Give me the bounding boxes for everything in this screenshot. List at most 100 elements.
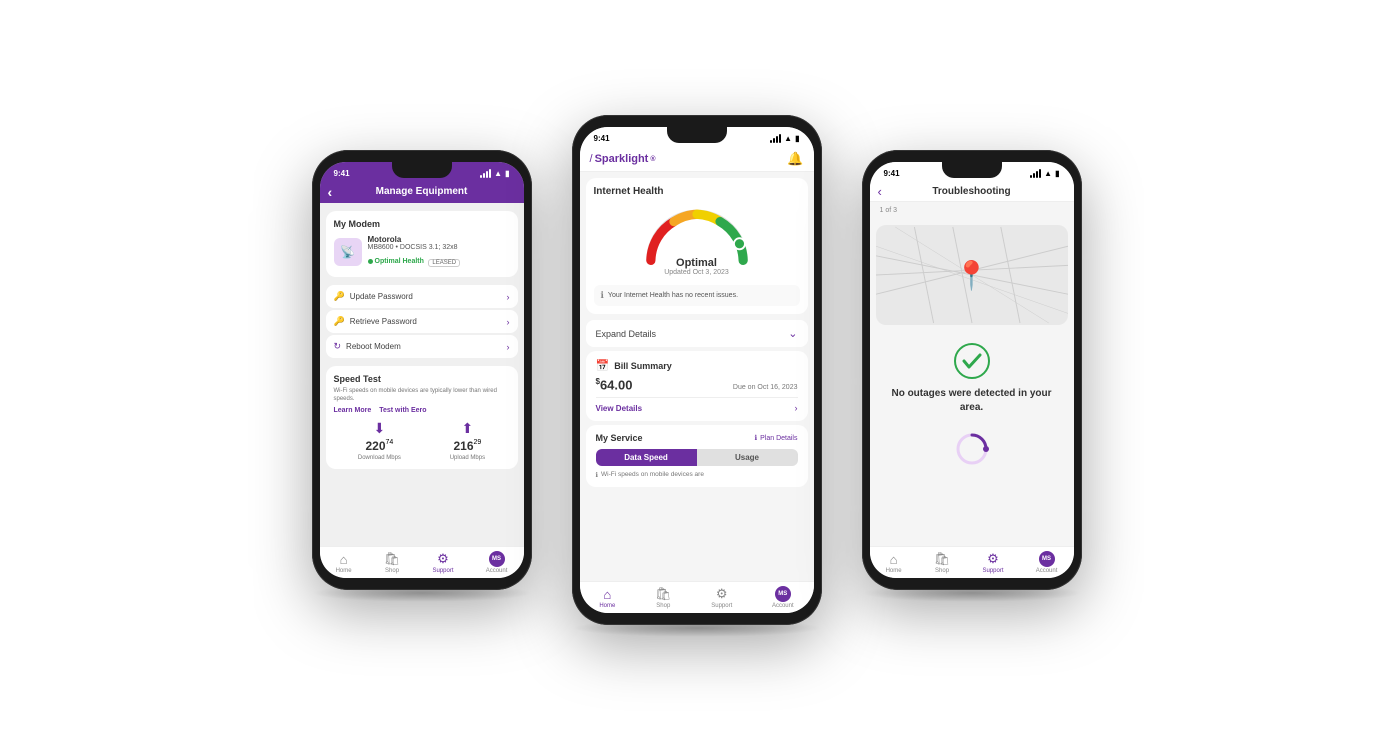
- nav-account-label-3: Account: [1036, 568, 1058, 574]
- health-card: Internet Health: [586, 178, 808, 314]
- nav-shop-label-1: Shop: [385, 568, 399, 574]
- upload-val: 216: [453, 439, 473, 453]
- back-chevron-icon[interactable]: ‹: [878, 184, 882, 199]
- nav-support-1[interactable]: ⚙ Support: [433, 551, 454, 574]
- download-label: Download Mbps: [358, 455, 401, 461]
- plan-details-link[interactable]: ℹ Plan Details: [754, 434, 797, 442]
- nav-account-3[interactable]: MS Account: [1036, 551, 1058, 574]
- learn-more-link[interactable]: Learn More: [334, 407, 372, 414]
- check-circle-icon: [954, 343, 990, 379]
- nav-account-2[interactable]: MS Account: [772, 586, 794, 609]
- nav-support-2[interactable]: ⚙ Support: [711, 586, 732, 609]
- nav-home-2[interactable]: ⌂ Home: [599, 587, 615, 609]
- notch-3: [942, 162, 1002, 178]
- reboot-icon: ↻: [334, 341, 342, 352]
- nav-shop-label-3: Shop: [935, 568, 949, 574]
- nav-account-1[interactable]: MS Account: [486, 551, 508, 574]
- my-service-card: My Service ℹ Plan Details Data Speed Usa…: [586, 425, 808, 487]
- troubleshoot-header: ‹ Troubleshooting: [870, 182, 1074, 202]
- logo-slash: /: [590, 153, 593, 165]
- service-title: My Service: [596, 433, 643, 443]
- spinner-svg: [954, 431, 990, 467]
- signal-icon-2: [770, 134, 781, 143]
- key-icon-2: 🔑: [334, 316, 345, 327]
- modem-model: MB8600 • DOCSIS 3.1; 32x8: [368, 244, 461, 251]
- menu-update-password[interactable]: 🔑 Update Password ›: [326, 285, 518, 308]
- outage-result: No outages were detected in your area.: [870, 331, 1074, 421]
- home-icon-3: ⌂: [890, 552, 898, 567]
- expand-details-label: Expand Details: [596, 329, 657, 339]
- modem-health-badge: Optimal Health: [368, 258, 424, 265]
- info-icon: ℹ: [601, 290, 604, 301]
- phone-3: 9:41 ▲ ▮ ‹ Troubleshooting: [862, 150, 1082, 602]
- upload-speed: ⬆ 21629 Upload Mbps: [450, 420, 485, 461]
- phone-2: 9:41 ▲ ▮ / Sparklight®: [572, 115, 822, 637]
- notch-2: [667, 127, 727, 143]
- status-time-1: 9:41: [334, 169, 350, 178]
- nav-home-1[interactable]: ⌂ Home: [336, 552, 352, 574]
- service-note: ℹ Wi-Fi speeds on mobile devices are: [596, 471, 798, 479]
- view-details-text: View Details: [596, 404, 643, 413]
- nav-shop-2[interactable]: 🛍 Shop: [655, 586, 672, 609]
- support-icon-2: ⚙: [716, 586, 728, 602]
- account-avatar-1: MS: [489, 551, 505, 567]
- wifi-icon-2: ▲: [784, 134, 792, 143]
- download-val: 220: [365, 439, 385, 453]
- modem-lease-badge: LEASED: [428, 259, 460, 267]
- notification-bell-icon[interactable]: 🔔: [787, 151, 803, 167]
- menu-retrieve-password[interactable]: 🔑 Retrieve Password ›: [326, 310, 518, 333]
- nav-support-3[interactable]: ⚙ Support: [983, 551, 1004, 574]
- menu-label-3: Reboot Modem: [346, 342, 401, 351]
- gauge-container: Optimal Updated Oct 3, 2023: [594, 201, 800, 280]
- outage-text: No outages were detected in your area.: [880, 387, 1064, 415]
- speed-section-title: Speed Test: [334, 374, 510, 384]
- manage-equipment-header: ‹ Manage Equipment: [320, 182, 524, 203]
- info-icon-2: ℹ: [754, 434, 757, 442]
- view-details-row[interactable]: View Details ›: [596, 397, 798, 413]
- expand-chevron-icon: ⌄: [788, 327, 797, 340]
- home-icon-1: ⌂: [340, 552, 348, 567]
- modem-brand: Motorola: [368, 235, 461, 244]
- nav-home-3[interactable]: ⌂ Home: [886, 552, 902, 574]
- nav-shop-3[interactable]: 🛍 Shop: [934, 551, 951, 574]
- service-note-text: Wi-Fi speeds on mobile devices are: [601, 471, 704, 478]
- download-icon: ⬇: [358, 420, 401, 437]
- tab-data-speed[interactable]: Data Speed: [596, 449, 697, 466]
- bottom-nav-2: ⌂ Home 🛍 Shop ⚙ Support MS Account: [580, 581, 814, 613]
- bill-due-date: Due on Oct 16, 2023: [733, 384, 798, 391]
- bill-title: Bill Summary: [614, 361, 672, 371]
- nav-home-label-3: Home: [886, 568, 902, 574]
- bottom-nav-1: ⌂ Home 🛍 Shop ⚙ Support MS Account: [320, 546, 524, 578]
- speed-test-section: Speed Test Wi-Fi speeds on mobile device…: [326, 366, 518, 469]
- expand-details-row[interactable]: Expand Details ⌄: [586, 320, 808, 347]
- header-title-1: Manage Equipment: [376, 186, 468, 197]
- sparklight-header: / Sparklight® 🔔: [580, 147, 814, 172]
- spinner-area: [870, 421, 1074, 477]
- nav-support-label-2: Support: [711, 603, 732, 609]
- info-icon-3: ℹ: [596, 471, 598, 479]
- health-status-label: Optimal: [676, 257, 717, 269]
- modem-section: My Modem 📡 Motorola MB8600 • DOCSIS 3.1;…: [326, 211, 518, 277]
- modem-icon: 📡: [334, 238, 362, 266]
- nav-shop-label-2: Shop: [656, 603, 670, 609]
- nav-shop-1[interactable]: 🛍 Shop: [384, 551, 401, 574]
- shop-icon-3: 🛍: [934, 551, 951, 567]
- screen1-content: My Modem 📡 Motorola MB8600 • DOCSIS 3.1;…: [320, 203, 524, 546]
- signal-icon-3: [1030, 169, 1041, 178]
- nav-account-label-1: Account: [486, 568, 508, 574]
- upload-icon: ⬆: [450, 420, 485, 437]
- test-with-eero-link[interactable]: Test with Eero: [379, 407, 426, 414]
- health-note-text: Your Internet Health has no recent issue…: [608, 292, 738, 299]
- screen2-content: Internet Health: [580, 172, 814, 581]
- nav-home-label-1: Home: [336, 568, 352, 574]
- app-name: Sparklight: [595, 153, 649, 165]
- back-button[interactable]: ‹: [328, 184, 333, 200]
- tab-usage[interactable]: Usage: [697, 449, 798, 466]
- signal-icon: [480, 169, 491, 178]
- download-dec: 74: [386, 439, 394, 446]
- bill-summary-card: 📅 Bill Summary $64.00 Due on Oct 16, 202…: [586, 351, 808, 421]
- battery-icon-2: ▮: [795, 134, 799, 143]
- download-speed: ⬇ 22074 Download Mbps: [358, 420, 401, 461]
- health-dot: [368, 259, 373, 264]
- menu-reboot-modem[interactable]: ↻ Reboot Modem ›: [326, 335, 518, 358]
